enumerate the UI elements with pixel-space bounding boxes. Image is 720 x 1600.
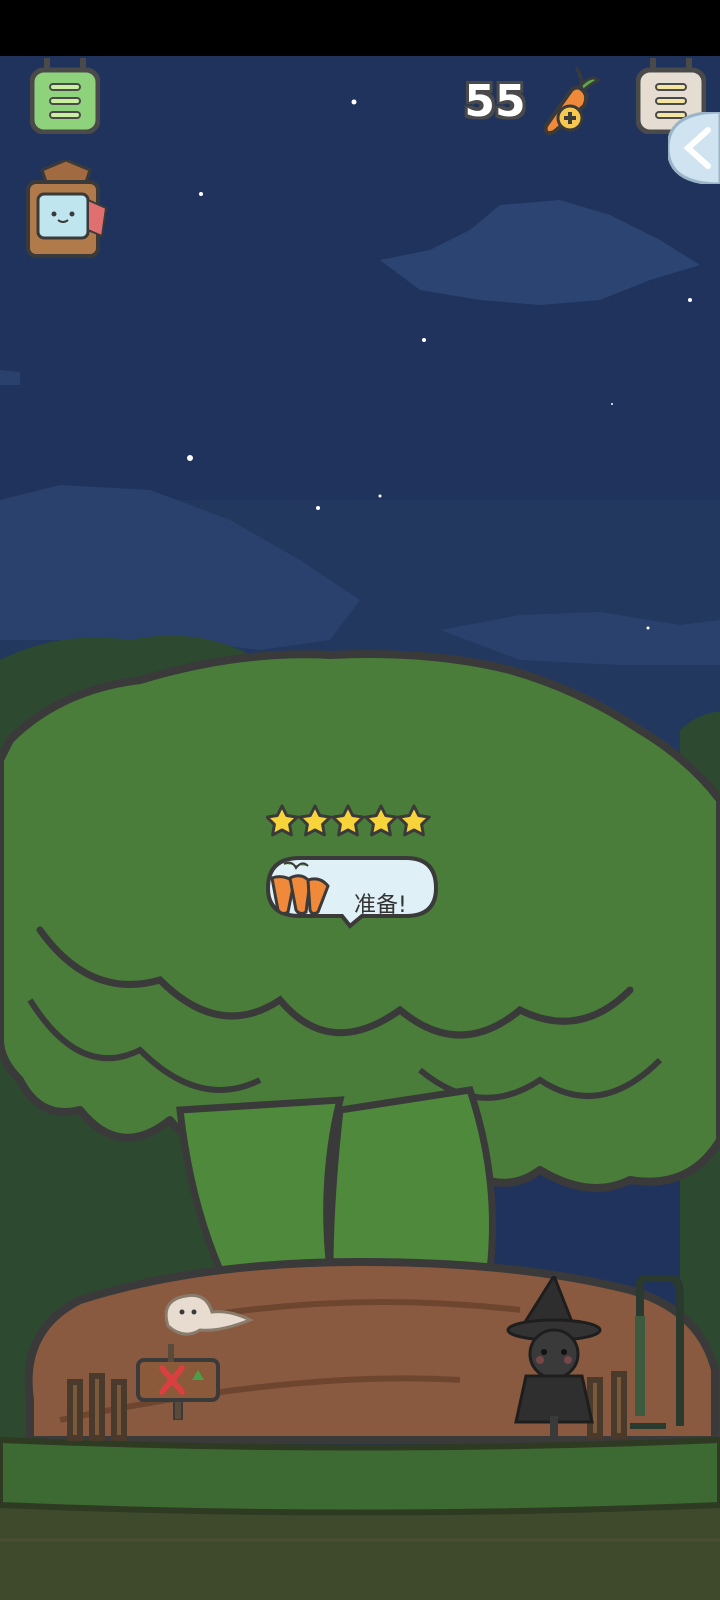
star-icon	[331, 804, 365, 837]
stars-group	[265, 804, 431, 837]
carrot-plus-icon	[543, 67, 601, 136]
star-icon	[364, 804, 398, 837]
left-menu-button[interactable]	[29, 58, 101, 135]
status-bar	[0, 0, 720, 56]
menu-icon	[29, 58, 101, 135]
witch-scarecrow[interactable]	[500, 1272, 610, 1438]
sign-board[interactable]	[134, 1340, 224, 1421]
star-icon	[397, 804, 431, 837]
grass-strip	[0, 1436, 720, 1516]
star-rating	[265, 804, 436, 840]
chevron-left-icon	[666, 110, 720, 186]
side-panel-toggle[interactable]	[666, 110, 720, 186]
star-icon	[265, 804, 299, 837]
speech-text: 准备!	[354, 893, 407, 918]
game-scene: 55 准备!	[0, 0, 720, 1600]
carrot-add-button[interactable]	[540, 64, 602, 138]
carrots-icon	[266, 858, 336, 916]
treasure-lantern-icon	[26, 158, 108, 258]
carrot-count: 55	[464, 76, 526, 127]
scene-background	[0, 56, 720, 1600]
star-icon	[298, 804, 332, 837]
shop-button[interactable]	[22, 158, 108, 260]
watering-pipe	[630, 1276, 684, 1429]
